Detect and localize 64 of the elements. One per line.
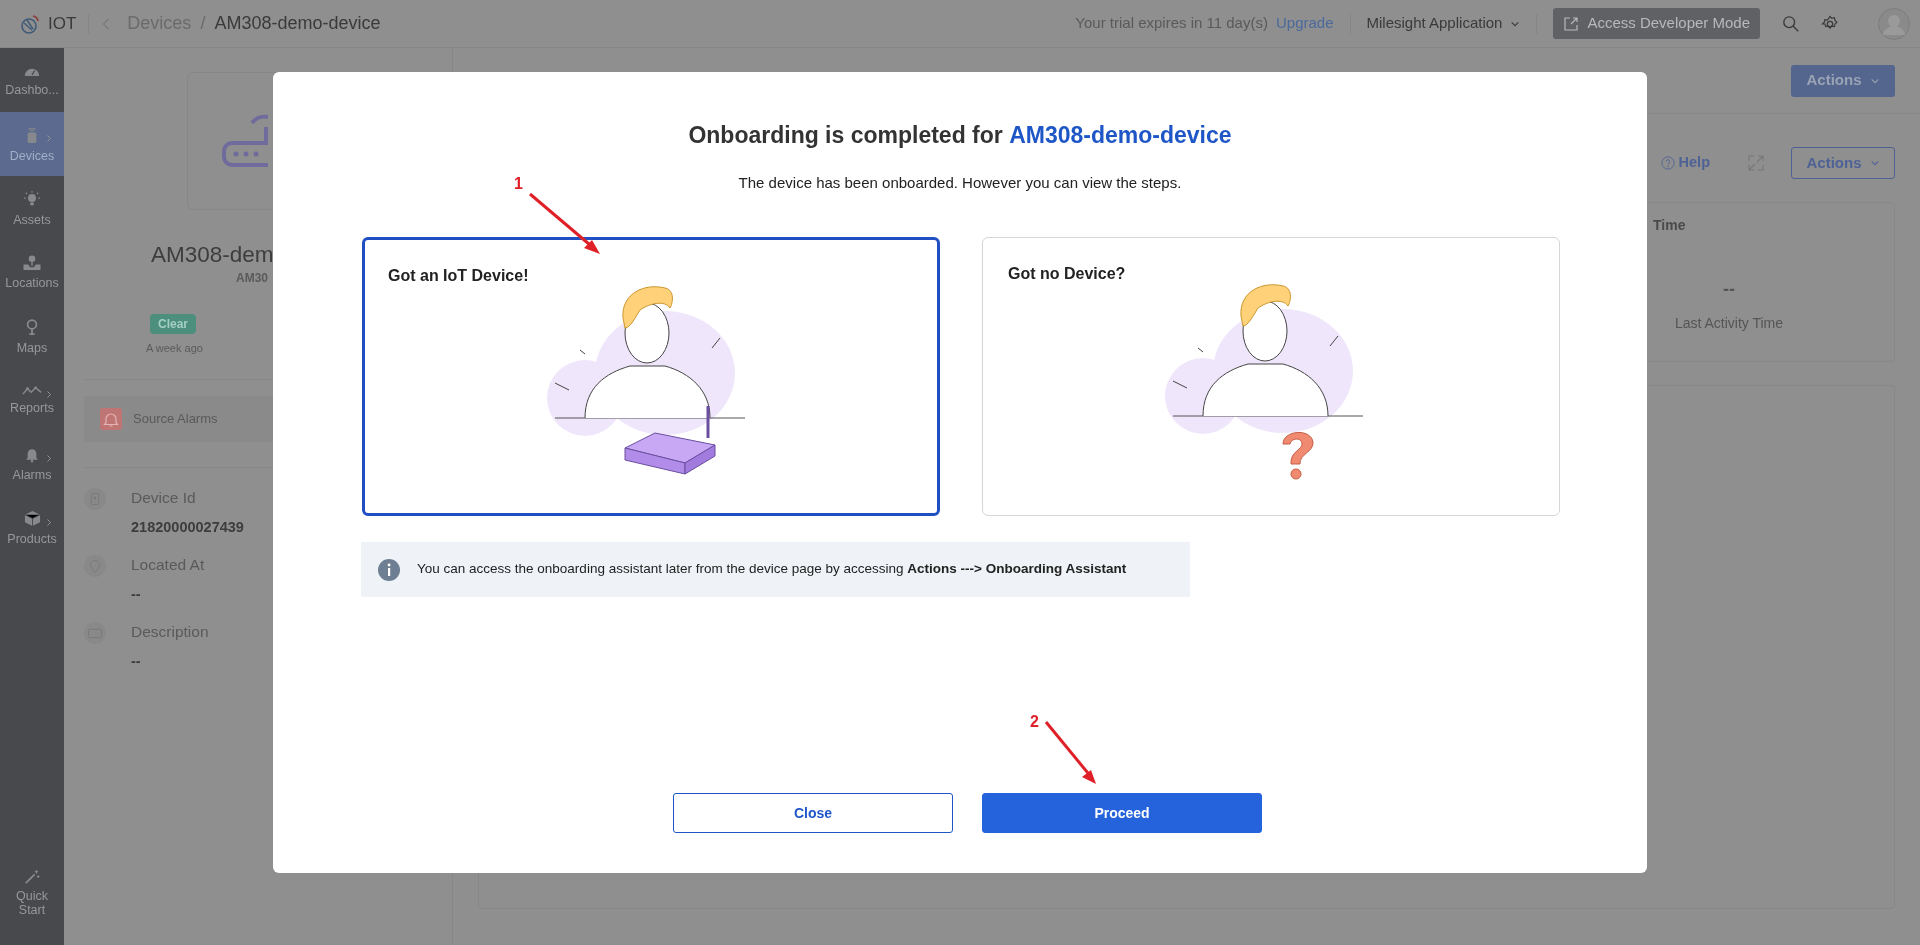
search-icon[interactable] <box>1782 14 1800 33</box>
option-card[interactable]: Got no Device? <box>982 237 1560 516</box>
stat-label: Last Activity Time <box>1674 314 1784 333</box>
close-button[interactable]: Close <box>673 793 953 833</box>
bell-icon <box>100 407 122 430</box>
sidebar-item[interactable]: Products <box>0 496 64 560</box>
sidebar-label: Devices <box>9 149 55 163</box>
annotation-arrow <box>1044 721 1096 784</box>
line-chart-icon <box>22 385 42 397</box>
bulb-icon <box>23 189 41 208</box>
field-value: 21820000027439 <box>131 517 244 537</box>
breadcrumb-current: AM308-demo-device <box>214 12 381 35</box>
breadcrumb-separator: / <box>200 12 206 35</box>
help-link[interactable]: Help <box>1660 152 1710 174</box>
dialog-subtitle: The device has been onboarded. However you can view the steps. <box>738 172 1182 193</box>
sidebar-item[interactable]: Devices <box>0 112 64 176</box>
status-badge: Clear <box>150 314 197 334</box>
app-selector[interactable]: Milesight Application <box>1366 12 1521 35</box>
external-link-icon <box>1563 15 1580 32</box>
info-icon <box>378 558 400 581</box>
sidebar-item[interactable]: Assets <box>0 176 64 240</box>
device-name: AM308-dem <box>151 241 274 269</box>
avatar-icon[interactable] <box>1878 7 1910 40</box>
sidebar-label: Locations <box>5 277 59 290</box>
sidebar-item[interactable]: Reports <box>0 368 64 432</box>
sidebar-label: Reports <box>10 402 54 415</box>
location-icon <box>22 254 42 272</box>
dialog-title: Onboarding is completed for AM308-demo-device <box>688 121 1232 150</box>
sidebar-item[interactable]: Dashbo... <box>0 48 64 112</box>
option-title: Got no Device? <box>1008 264 1127 284</box>
sidebar-item[interactable]: Alarms <box>0 432 64 496</box>
annotation-number: 2 <box>1030 714 1039 730</box>
sidebar-label: Quick Start <box>15 889 49 917</box>
sidebar-item[interactable]: Locations <box>0 240 64 304</box>
option-card[interactable]: Got an IoT Device! <box>362 237 940 516</box>
option-title: Got an IoT Device! <box>388 266 530 286</box>
developer-mode-button[interactable]: Access Developer Mode <box>1553 8 1760 39</box>
field-value: -- <box>131 651 142 671</box>
field-value: -- <box>131 584 142 604</box>
expand-icon[interactable] <box>1748 155 1764 171</box>
box-icon <box>22 510 42 528</box>
app-name: IOT <box>48 12 77 35</box>
annotation-number: 1 <box>514 176 523 192</box>
sidebar-label: Assets <box>13 213 51 227</box>
help-icon <box>1660 156 1675 170</box>
sidebar-label: Dashbo... <box>5 84 59 97</box>
map-pin-icon <box>25 317 39 336</box>
actions-button[interactable]: Actions <box>1791 147 1895 179</box>
sidebar-label: Alarms <box>12 469 52 482</box>
stat-heading: Time <box>1653 216 1686 235</box>
sidebar-item[interactable]: Maps <box>0 304 64 368</box>
bell-icon <box>25 446 39 464</box>
actions-button[interactable]: Actions <box>1791 64 1895 97</box>
annotation-arrow <box>529 192 600 254</box>
caret-icon <box>1869 158 1880 168</box>
sidebar-label: Maps <box>16 341 48 355</box>
proceed-button[interactable]: Proceed <box>982 793 1262 833</box>
device-icon <box>25 125 39 144</box>
info-text: You can access the onboarding assistant later from the device page by accessing Actions ---> Onboarding Assistant <box>417 560 1127 579</box>
stat-value: -- <box>1723 278 1735 301</box>
quick-start-item[interactable]: Quick Start <box>0 853 64 933</box>
magic-wand-icon <box>24 869 40 885</box>
upgrade-link[interactable]: Upgrade <box>1275 12 1334 35</box>
sidebar-label: Products <box>7 533 57 546</box>
